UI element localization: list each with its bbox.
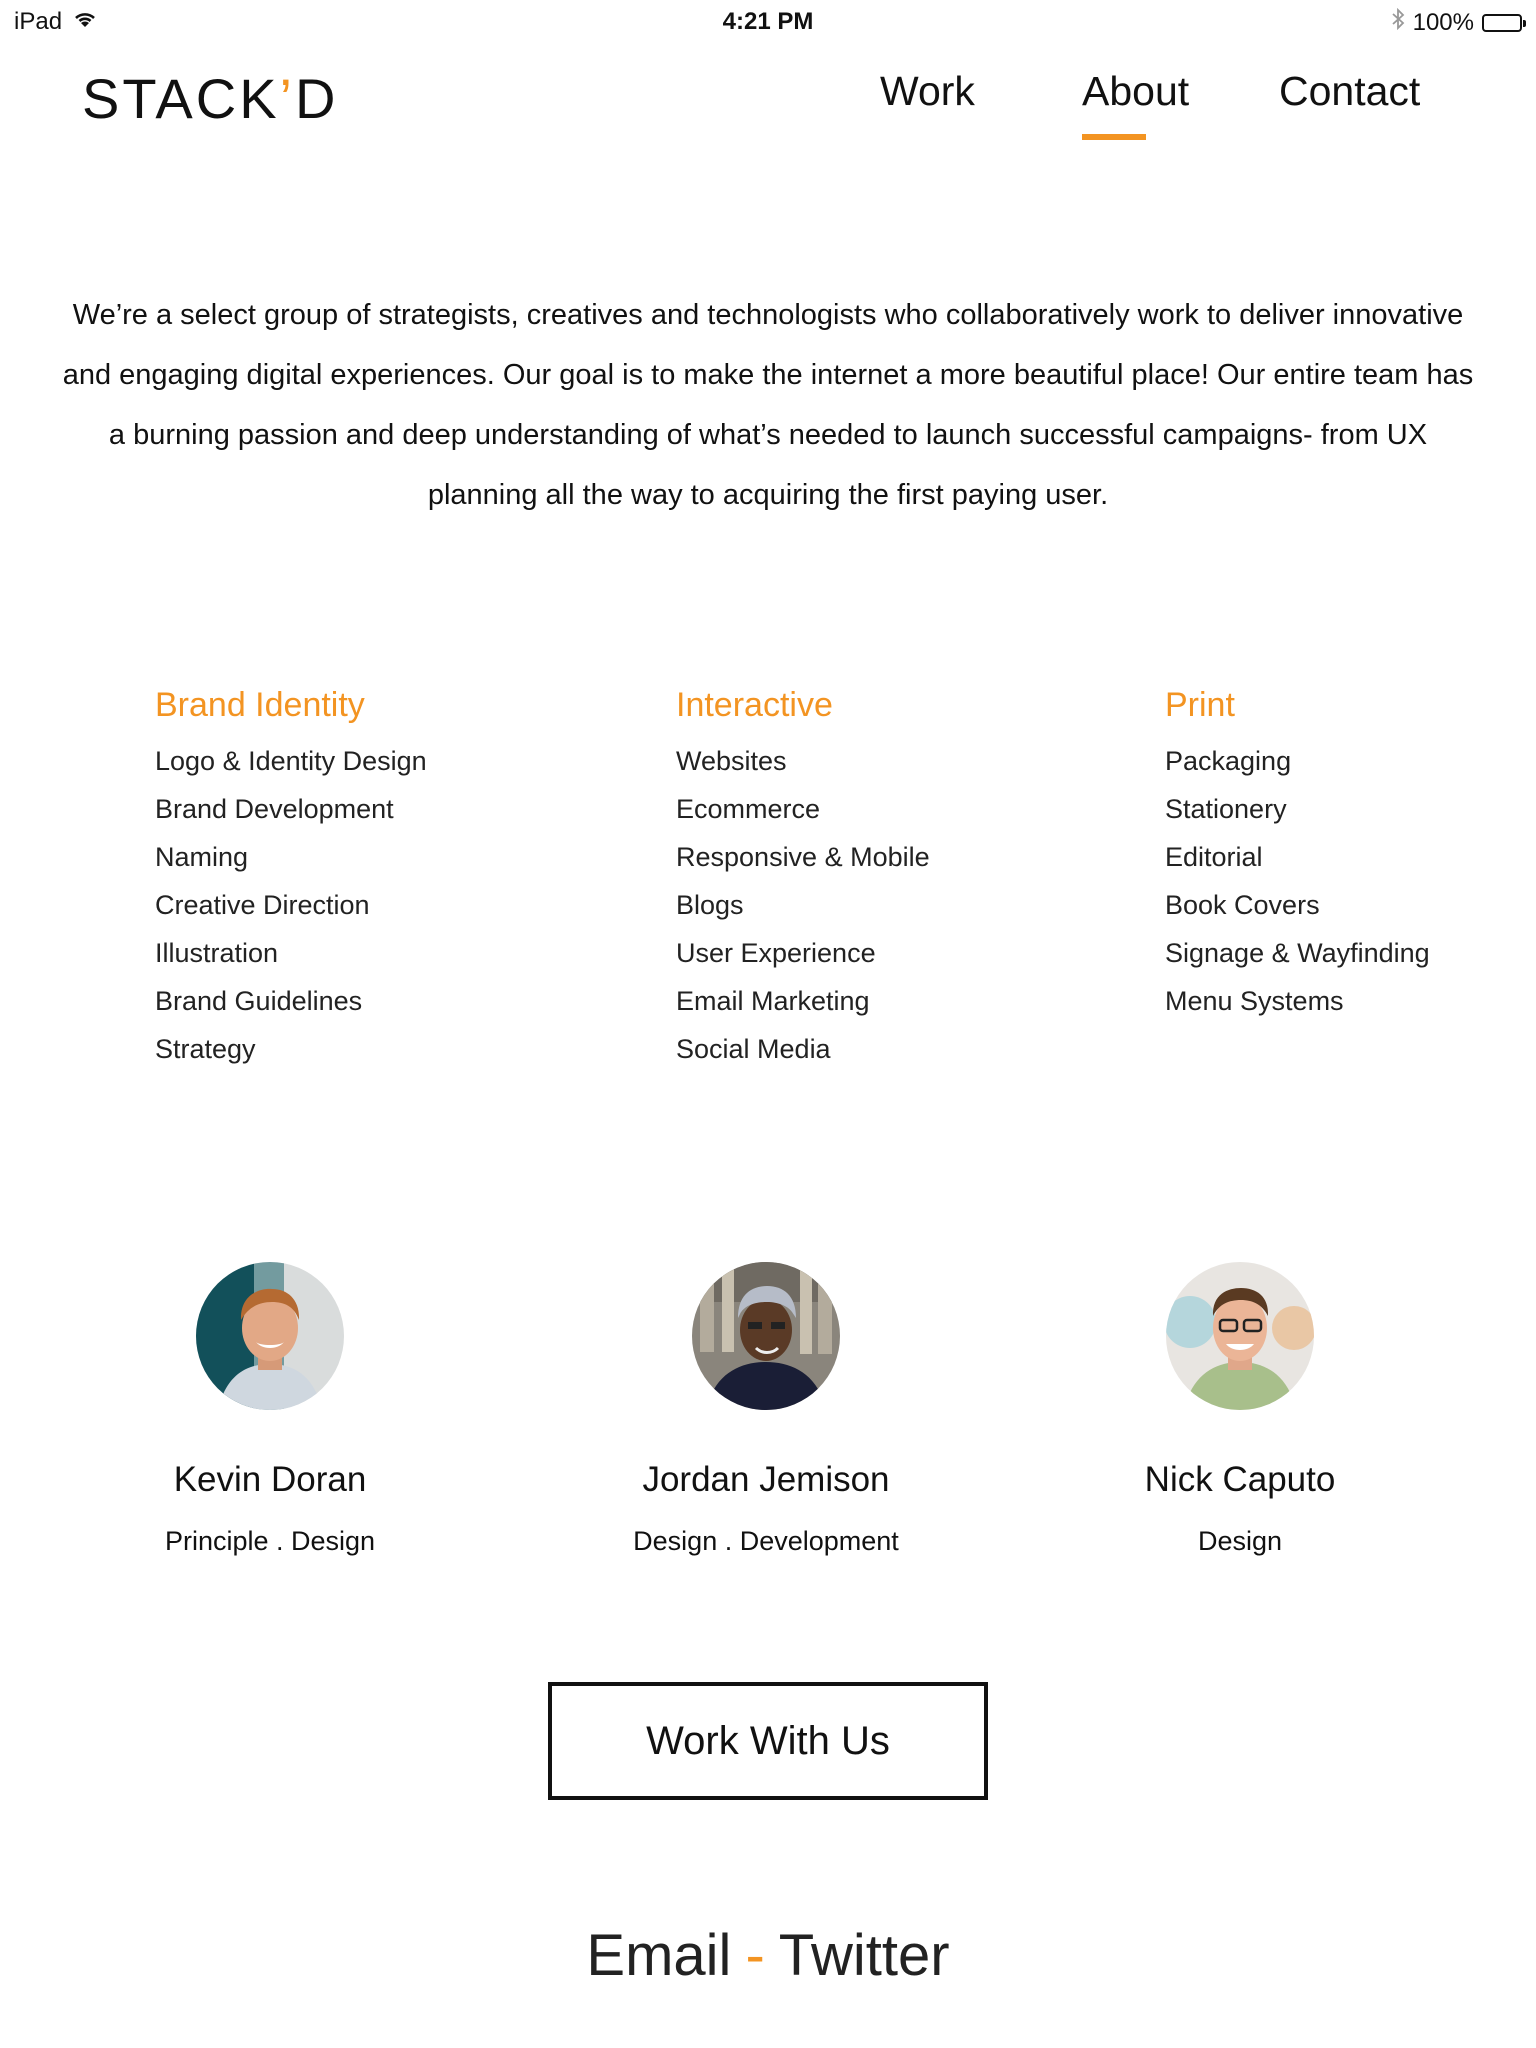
service-item: Packaging [1165,746,1292,776]
service-item: Brand Development [155,794,394,824]
service-title: Brand Identity [155,686,365,724]
battery-percent: 100% [1412,8,1474,36]
services-section: Brand Identity Logo & Identity Design Br… [0,686,1536,1106]
member-name: Jordan Jemison [642,1460,890,1499]
status-time: 4:21 PM [722,8,814,35]
service-item: Blogs [676,890,744,920]
service-title: Interactive [676,686,833,724]
service-item: Book Covers [1165,890,1320,920]
service-item: User Experience [676,938,876,968]
main-nav: Work About Contact [0,68,1536,148]
service-item: Signage & Wayfinding [1165,938,1430,968]
service-column-brand-identity: Brand Identity Logo & Identity Design Br… [155,686,427,1073]
service-item: Websites [676,746,787,776]
member-role: Design . Development [633,1526,899,1556]
team-member: Jordan Jemison Design . Development [566,1262,966,1557]
service-column-print: Print Packaging Stationery Editorial Boo… [1165,686,1430,1025]
service-column-interactive: Interactive Websites Ecommerce Responsiv… [676,686,930,1073]
service-item: Brand Guidelines [155,986,363,1016]
service-item: Menu Systems [1165,986,1344,1016]
service-item: Naming [155,842,249,872]
member-name: Kevin Doran [173,1460,367,1499]
status-bar: iPad 4:21 PM 100% [0,0,1536,44]
service-item: Stationery [1165,794,1287,824]
footer-links: Email - Twitter [0,1922,1536,1989]
team-section: Kevin Doran Principle . Design Jordan Je… [0,1262,1536,1562]
status-bar-right: 100% [1391,7,1526,37]
service-item: Ecommerce [676,794,821,824]
service-list: Packaging Stationery Editorial Book Cove… [1165,737,1430,1025]
service-list: Websites Ecommerce Responsive & Mobile B… [676,737,930,1073]
avatar [692,1262,840,1410]
nav-contact[interactable]: Contact [1279,68,1420,115]
twitter-link[interactable]: Twitter [779,1923,950,1988]
service-item: Editorial [1165,842,1263,872]
bluetooth-icon [1391,7,1405,37]
nav-active-indicator [1082,134,1146,140]
team-member: Nick Caputo Design [1040,1262,1440,1557]
avatar [196,1262,344,1410]
service-list: Logo & Identity Design Brand Development… [155,737,427,1073]
service-item: Creative Direction [155,890,370,920]
work-with-us-button[interactable]: Work With Us [548,1682,988,1800]
member-name: Nick Caputo [1144,1460,1336,1499]
service-item: Email Marketing [676,986,870,1016]
nav-work[interactable]: Work [880,68,975,115]
service-item: Illustration [155,938,279,968]
service-item: Strategy [155,1034,256,1064]
service-item: Social Media [676,1034,831,1064]
avatar [1166,1262,1314,1410]
email-link[interactable]: Email [586,1923,731,1988]
intro-paragraph: We’re a select group of strategists, cre… [62,299,1474,511]
nav-about[interactable]: About [1082,68,1189,115]
team-member: Kevin Doran Principle . Design [70,1262,470,1557]
member-role: Design [1197,1526,1283,1556]
member-role: Principle . Design [164,1526,376,1556]
battery-icon [1482,13,1526,32]
service-item: Responsive & Mobile [676,842,930,872]
service-title: Print [1165,686,1235,724]
service-item: Logo & Identity Design [155,746,427,776]
footer-separator: - [745,1923,765,1988]
